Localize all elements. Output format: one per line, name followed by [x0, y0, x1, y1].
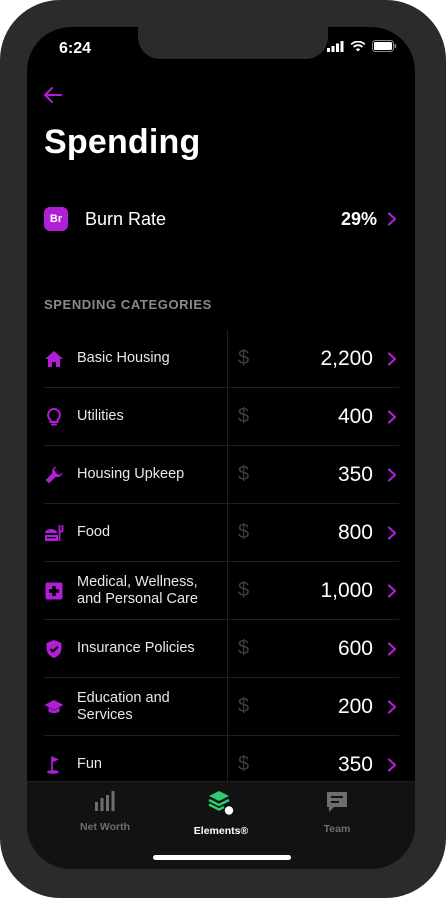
currency-symbol: $: [238, 579, 250, 601]
back-button[interactable]: [41, 83, 65, 107]
chevron-right-icon: [387, 641, 397, 656]
chevron-right-icon: [387, 699, 397, 714]
category-value: 350: [337, 462, 373, 486]
tab-label: Team: [323, 823, 351, 835]
category-label: Basic Housing: [77, 350, 170, 366]
chevron-right-icon: [387, 351, 397, 366]
battery-icon: [372, 40, 397, 52]
category-row-basic-housing[interactable]: Basic Housing $ 2,200: [44, 330, 399, 388]
chevron-right-icon: [387, 757, 397, 772]
category-label: Education and Services: [77, 689, 170, 723]
section-header: SPENDING CATEGORIES: [44, 297, 212, 312]
divider: [227, 678, 228, 735]
chevron-right-icon: [387, 467, 397, 482]
category-value: 600: [337, 636, 373, 660]
tab-elements[interactable]: Elements®: [161, 790, 281, 837]
phone-frame: 6:24 Spending Br Burn Rate 29% SPENDING …: [0, 0, 446, 898]
page-title: Spending: [44, 123, 201, 161]
burn-rate-row[interactable]: Br Burn Rate 29%: [44, 205, 397, 233]
currency-symbol: $: [238, 347, 250, 369]
wifi-icon: [350, 40, 366, 51]
home-indicator[interactable]: [153, 855, 291, 860]
divider: [227, 504, 228, 561]
chevron-right-icon: [387, 525, 397, 540]
currency-symbol: $: [238, 463, 250, 485]
currency-symbol: $: [238, 637, 250, 659]
notch: [138, 27, 328, 59]
food-icon: [44, 523, 64, 543]
category-value: 400: [337, 404, 373, 428]
category-value: 2,200: [320, 346, 373, 370]
layers-icon: [208, 791, 234, 815]
chevron-right-icon: [387, 212, 397, 226]
category-row-food[interactable]: Food $ 800: [44, 504, 399, 562]
lightbulb-icon: [44, 407, 64, 427]
status-icons: [327, 40, 397, 52]
status-time: 6:24: [59, 40, 92, 57]
category-label: Food: [77, 524, 111, 540]
burn-rate-label: Burn Rate: [85, 208, 167, 229]
wrench-icon: [44, 465, 64, 485]
category-value: 800: [337, 520, 373, 544]
category-row-insurance[interactable]: Insurance Policies $ 600: [44, 620, 399, 678]
category-row-education[interactable]: Education and Services $ 200: [44, 678, 399, 736]
golf-flag-icon: [44, 755, 64, 775]
home-icon: [44, 349, 64, 369]
currency-symbol: $: [238, 405, 250, 427]
category-list: Basic Housing $ 2,200 Utilities $ 400 Ho…: [44, 330, 399, 794]
category-label: Medical, Wellness, and Personal Care: [77, 573, 198, 607]
category-value: 200: [337, 694, 373, 718]
tab-team[interactable]: Team: [277, 790, 397, 835]
category-label: Insurance Policies: [77, 640, 195, 656]
graduation-cap-icon: [44, 697, 64, 717]
divider: [227, 330, 228, 387]
burn-rate-badge: Br: [44, 207, 68, 231]
arrow-left-icon: [44, 87, 62, 103]
divider: [227, 388, 228, 445]
burn-rate-value: 29%: [340, 208, 377, 229]
chevron-right-icon: [387, 409, 397, 424]
divider: [227, 562, 228, 619]
category-value: 350: [337, 752, 373, 776]
tab-label: Elements®: [193, 825, 249, 837]
tab-label: Net Worth: [80, 821, 130, 833]
shield-check-icon: [44, 639, 64, 659]
category-label: Housing Upkeep: [77, 466, 185, 482]
category-row-housing-upkeep[interactable]: Housing Upkeep $ 350: [44, 446, 399, 504]
category-label: Fun: [77, 756, 102, 772]
category-label: Utilities: [77, 408, 124, 424]
divider: [227, 446, 228, 503]
chat-icon: [327, 792, 347, 812]
app-screen: 6:24 Spending Br Burn Rate 29% SPENDING …: [27, 27, 415, 869]
chevron-right-icon: [387, 583, 397, 598]
category-value: 1,000: [320, 578, 373, 602]
divider: [227, 620, 228, 677]
medical-icon: [44, 581, 64, 601]
tab-net-worth[interactable]: Net Worth: [45, 790, 165, 833]
currency-symbol: $: [238, 753, 250, 775]
signal-icon: [327, 40, 344, 52]
bar-chart-icon: [95, 791, 115, 811]
currency-symbol: $: [238, 521, 250, 543]
category-row-medical[interactable]: Medical, Wellness, and Personal Care $ 1…: [44, 562, 399, 620]
category-row-utilities[interactable]: Utilities $ 400: [44, 388, 399, 446]
currency-symbol: $: [238, 695, 250, 717]
